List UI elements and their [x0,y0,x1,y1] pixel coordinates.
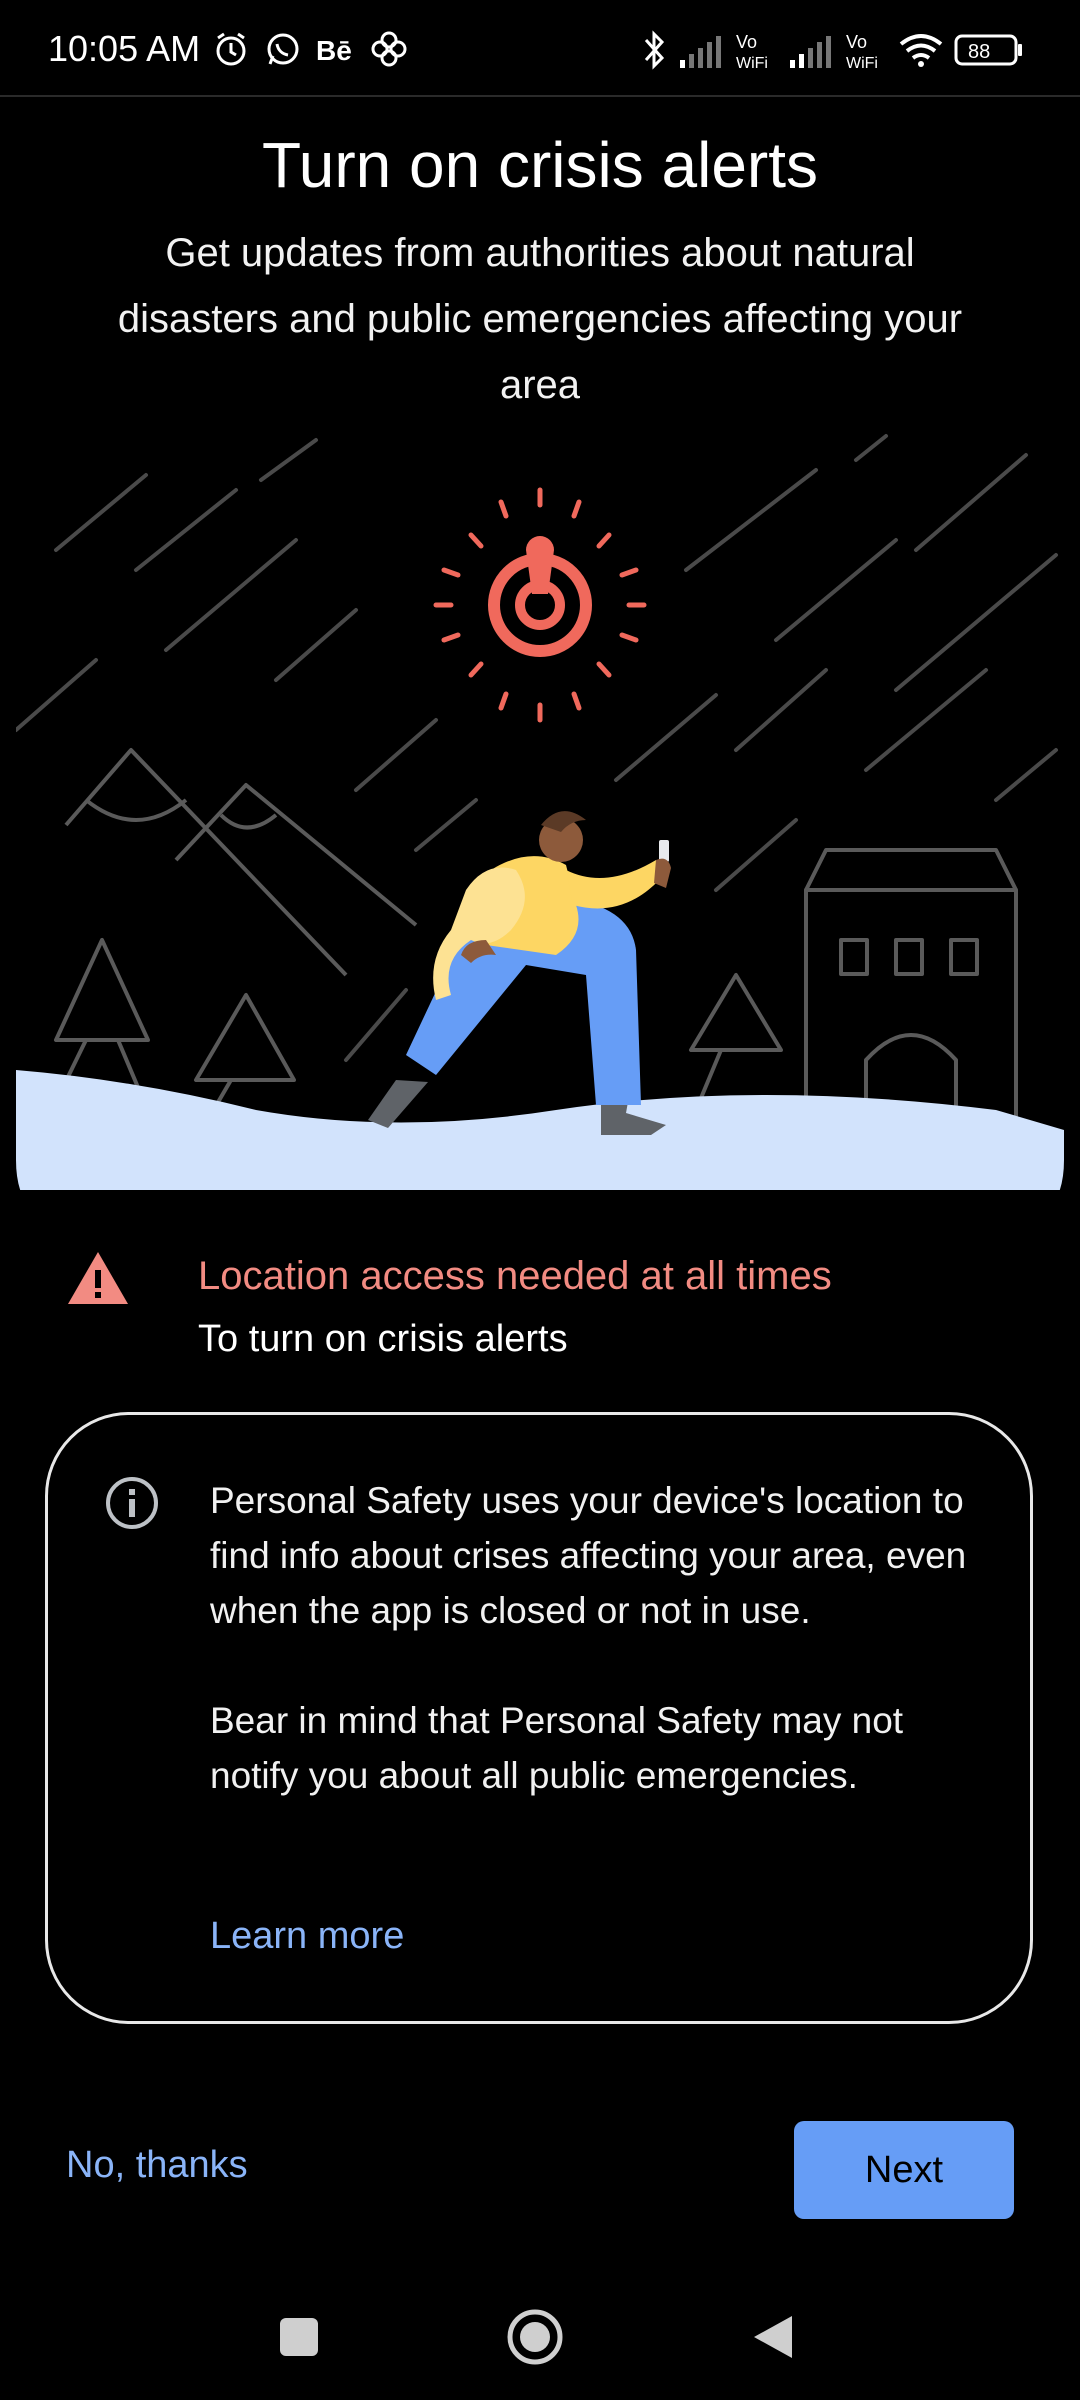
status-time: 10:05 AM [48,28,201,69]
learn-more-link[interactable]: Learn more [210,1915,404,1958]
wifi-icon [899,34,943,67]
location-warning-title: Location access needed at all times [198,1254,832,1298]
behance-icon: Bē [316,35,352,66]
next-button[interactable]: Next [794,2121,1014,2219]
system-nav-bar [0,2290,1080,2400]
info-icon [106,1477,158,1529]
page-subtitle: Get updates from authorities about natur… [117,231,963,407]
crisis-alert-illustration [16,434,1064,1190]
svg-text:Vo: Vo [736,32,757,52]
whatsapp-icon [267,33,299,65]
back-icon[interactable] [752,2314,794,2360]
location-warning-subtitle: To turn on crisis alerts [198,1318,568,1360]
page-title: Turn on crisis alerts [262,129,818,201]
vowifi-icon: Vo WiFi [736,32,768,70]
info-text: Personal Safety uses your device's locat… [210,1473,990,1858]
info-paragraph-location: Personal Safety uses your device's locat… [210,1480,967,1631]
svg-text:Vo: Vo [846,32,867,52]
bluetooth-icon [644,30,665,70]
warning-icon [68,1252,128,1304]
svg-text:WiFi: WiFi [736,55,768,70]
signal-icon [680,36,721,68]
info-paragraph-disclaimer: Bear in mind that Personal Safety may no… [210,1700,904,1796]
info-card: Personal Safety uses your device's locat… [45,1412,1033,2024]
signal-icon [790,36,831,68]
notification-icons: Bē [212,30,408,68]
svg-text:WiFi: WiFi [846,55,878,70]
svg-text:Bē: Bē [316,35,352,66]
alarm-icon [216,32,246,66]
system-status-icons: Vo WiFi Vo WiFi 88 [640,30,1024,70]
no-thanks-button[interactable]: No, thanks [66,2144,248,2187]
battery-level: 88 [968,41,990,63]
recents-icon[interactable] [278,2316,320,2358]
vowifi-icon: Vo WiFi [846,32,878,70]
status-bar: 10:05 AM Bē Vo WiFi Vo WiFi 88 [0,0,1080,97]
battery-icon: 88 [954,34,1022,66]
home-icon[interactable] [506,2308,564,2366]
pinwheel-icon [371,31,407,67]
